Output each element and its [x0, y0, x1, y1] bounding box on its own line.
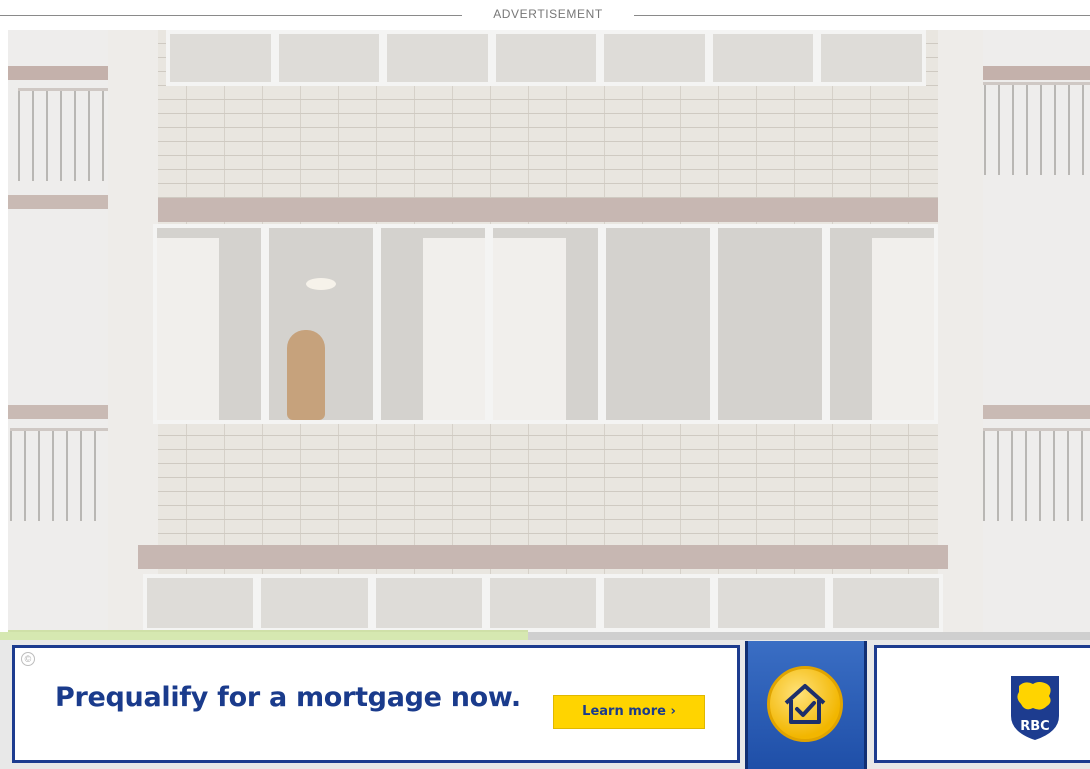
floor-band	[138, 545, 948, 569]
main-windows	[153, 224, 938, 424]
ad-label-row: ADVERTISEMENT	[0, 0, 1090, 30]
banner-brand-panel[interactable]: RBC	[874, 645, 1090, 763]
lower-windows	[143, 574, 943, 632]
banner-icon-panel[interactable]	[745, 641, 867, 769]
divider-line	[634, 15, 1090, 16]
floor-band	[158, 198, 938, 222]
rbc-logo: RBC	[1011, 676, 1059, 740]
balcony-slab	[8, 195, 118, 209]
banner-headline: Prequalify for a mortgage now.	[55, 682, 521, 713]
concrete-pillar	[108, 30, 158, 632]
house-check-icon	[767, 666, 843, 742]
adchoices-icon[interactable]: ©	[21, 652, 35, 666]
article-photo	[8, 30, 1090, 632]
upper-windows	[166, 30, 927, 86]
advertisement-label: ADVERTISEMENT	[493, 7, 603, 21]
learn-more-button[interactable]: Learn more ›	[553, 695, 705, 729]
balcony-slab	[973, 405, 1090, 419]
banner-message-panel[interactable]: © Prequalify for a mortgage now. Learn m…	[12, 645, 740, 763]
banner-top-strip	[0, 632, 528, 640]
balcony-railing	[983, 428, 1090, 521]
balcony-railing	[970, 82, 1090, 175]
dog-in-window	[287, 330, 326, 420]
balcony-slab	[8, 405, 116, 419]
banner-top-strip	[528, 632, 1090, 640]
balcony-railing	[10, 428, 108, 521]
divider-line	[0, 15, 462, 16]
concrete-pillar	[938, 30, 983, 632]
rbc-logo-text: RBC	[1020, 719, 1049, 734]
